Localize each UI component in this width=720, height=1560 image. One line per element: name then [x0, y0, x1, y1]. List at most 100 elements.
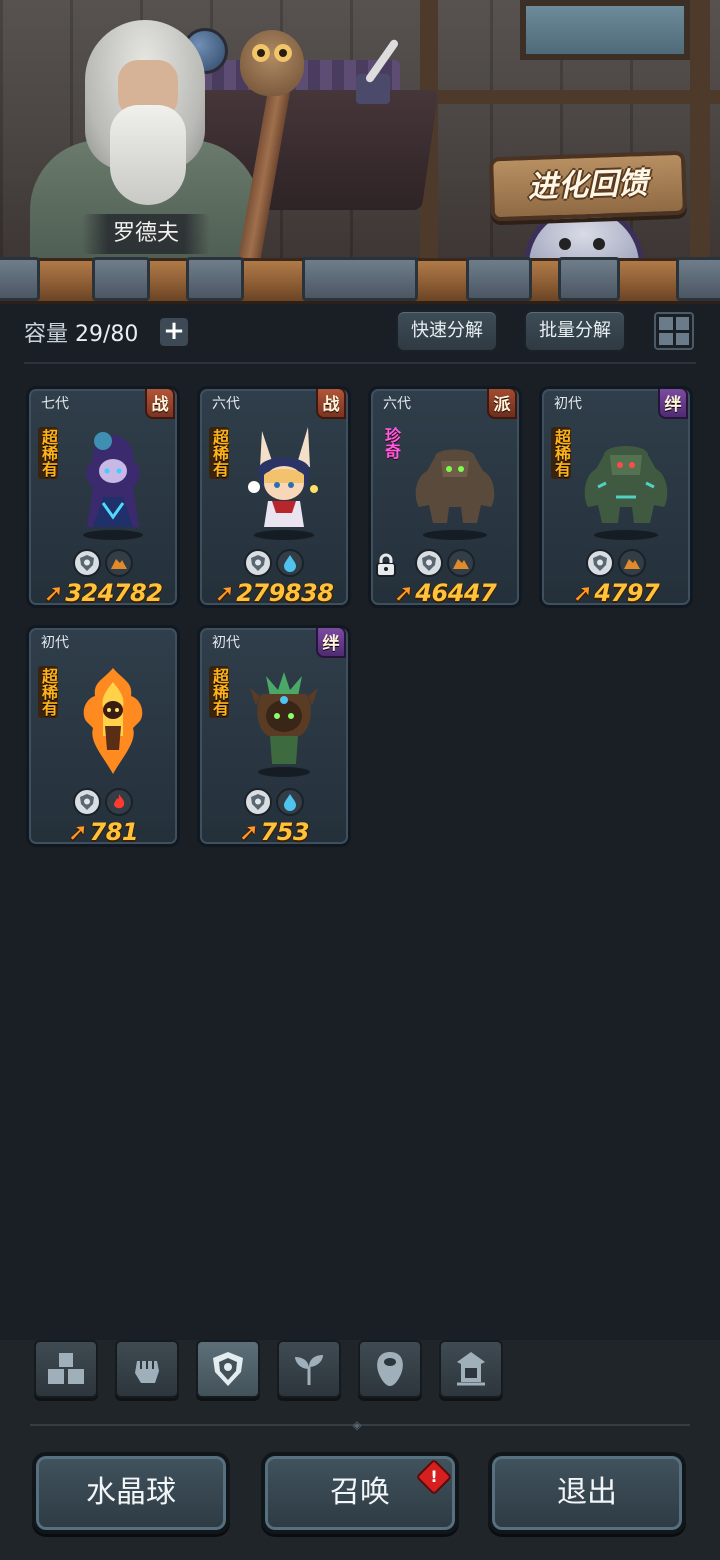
pet-card[interactable]: 六代 派 珍奇 ➚46447 — [368, 386, 522, 608]
earth-element-icon — [447, 549, 475, 577]
pet-power: ➚324782 — [29, 579, 177, 607]
evolution-reward-label: 进化回馈 — [527, 165, 649, 206]
pet-card[interactable]: 初代 超稀有 ➚781 — [26, 625, 180, 847]
tab-attack[interactable] — [115, 1340, 179, 1398]
tab-growth[interactable] — [277, 1340, 341, 1398]
tab-defense[interactable] — [196, 1340, 260, 1398]
shelf-plate — [676, 257, 720, 301]
water-element-icon — [276, 549, 304, 577]
pet-power-value: 46447 — [415, 579, 497, 607]
sprout-icon — [295, 1355, 323, 1385]
summon-button[interactable]: 召唤 ! — [261, 1452, 459, 1534]
evolution-reward-button[interactable]: 进化回馈 — [488, 150, 688, 222]
power-arrow-icon: ➚ — [214, 579, 235, 607]
guard-shield-icon — [73, 788, 101, 816]
pet-tag-badge: 绊 — [658, 389, 688, 419]
pet-stat-icons — [200, 549, 348, 579]
npc-name-label: 罗德夫 — [82, 214, 210, 254]
add-capacity-button[interactable]: + — [160, 318, 188, 346]
pet-power-value: 324782 — [65, 579, 163, 607]
pet-power-value: 279838 — [236, 579, 334, 607]
pet-rarity: 超稀有 — [551, 427, 571, 479]
pet-stat-icons — [29, 549, 177, 579]
pet-card[interactable]: 初代 绊 超稀有 ➚753 — [197, 625, 351, 847]
exit-label: 退出 — [557, 1475, 617, 1510]
guard-shield-icon — [586, 549, 614, 577]
pet-portrait — [83, 668, 143, 774]
pet-generation: 六代 — [212, 396, 240, 412]
pet-portrait — [584, 446, 668, 540]
guard-shield-icon — [73, 549, 101, 577]
pet-power: ➚46447 — [371, 579, 519, 607]
water-element-icon — [276, 788, 304, 816]
guard-shield-icon — [244, 788, 272, 816]
pet-tag-badge: 绊 — [316, 628, 346, 658]
pet-power: ➚753 — [200, 818, 348, 846]
shelf-divider — [0, 257, 720, 304]
crystal-ball-button[interactable]: 水晶球 — [32, 1452, 230, 1534]
pet-tag-badge: 战 — [316, 389, 346, 419]
pet-card[interactable]: 六代 战 超稀有 ➚279838 — [197, 386, 351, 608]
pet-card[interactable]: 七代 战 超稀有 ➚324782 — [26, 386, 180, 608]
earth-element-icon — [105, 549, 133, 577]
pet-rarity: 超稀有 — [38, 427, 58, 479]
shelf-plate — [186, 257, 244, 301]
shelf-plate — [558, 257, 620, 301]
pet-generation: 六代 — [383, 396, 411, 412]
banner-beam — [430, 90, 720, 104]
tab-all[interactable] — [34, 1340, 98, 1398]
pet-tag-badge: 派 — [487, 389, 517, 419]
power-arrow-icon: ➚ — [67, 818, 88, 846]
scene-banner: 罗德夫 进化回馈 — [0, 0, 720, 262]
guard-shield-icon — [415, 549, 443, 577]
power-arrow-icon: ➚ — [572, 579, 593, 607]
fist-icon — [135, 1361, 159, 1383]
pet-portrait — [250, 672, 318, 777]
pet-portrait — [415, 449, 495, 540]
pet-generation: 初代 — [212, 635, 240, 651]
tab-temple[interactable] — [439, 1340, 503, 1398]
capacity-display: 容量 29/80 — [24, 316, 138, 348]
alien-head-icon — [377, 1352, 403, 1386]
separator-ornament-icon: ◈ — [352, 1418, 362, 1432]
pet-portrait — [248, 427, 318, 540]
pet-generation: 初代 — [554, 396, 582, 412]
shelf-plate — [466, 257, 532, 301]
pet-tag-badge: 战 — [145, 389, 175, 419]
temple-icon — [457, 1352, 485, 1386]
power-arrow-icon: ➚ — [393, 579, 414, 607]
blocks-icon — [48, 1353, 84, 1384]
capacity-label: 容量 — [24, 322, 69, 347]
pet-power: ➚781 — [29, 818, 177, 846]
fire-element-icon — [105, 788, 133, 816]
pet-rarity: 超稀有 — [209, 666, 229, 718]
batch-decompose-button[interactable]: 批量分解 — [524, 310, 626, 352]
pet-power: ➚4797 — [542, 579, 690, 607]
pet-card[interactable]: 初代 绊 超稀有 ➚4797 — [539, 386, 693, 608]
pet-stat-icons — [371, 549, 519, 579]
shelf-plate — [92, 257, 150, 301]
banner-beam — [690, 0, 710, 262]
shelf-plate — [0, 257, 40, 301]
tab-special[interactable] — [358, 1340, 422, 1398]
grid-view-icon[interactable] — [654, 312, 694, 350]
toolbar-divider — [24, 362, 696, 364]
pet-power: ➚279838 — [200, 579, 348, 607]
pet-power-value: 4797 — [594, 579, 660, 607]
pet-stat-icons — [200, 788, 348, 818]
npc-beard — [110, 105, 186, 205]
pet-rarity: 珍奇 — [382, 427, 401, 459]
pet-portrait — [83, 432, 143, 540]
pet-power-value: 781 — [89, 818, 139, 846]
summon-label: 召唤 — [330, 1475, 390, 1510]
shield-icon — [213, 1352, 243, 1386]
capacity-value: 29/80 — [75, 322, 139, 347]
power-arrow-icon: ➚ — [238, 818, 259, 846]
crystal-ball-label: 水晶球 — [86, 1475, 176, 1510]
quick-decompose-button[interactable]: 快速分解 — [396, 310, 498, 352]
exit-button[interactable]: 退出 — [488, 1452, 686, 1534]
banner-window — [520, 0, 690, 60]
bottom-panel: ◈ 水晶球 召唤 ! 退出 — [0, 1340, 720, 1560]
power-arrow-icon: ➚ — [43, 579, 64, 607]
alert-badge-icon: ! — [415, 1458, 453, 1496]
